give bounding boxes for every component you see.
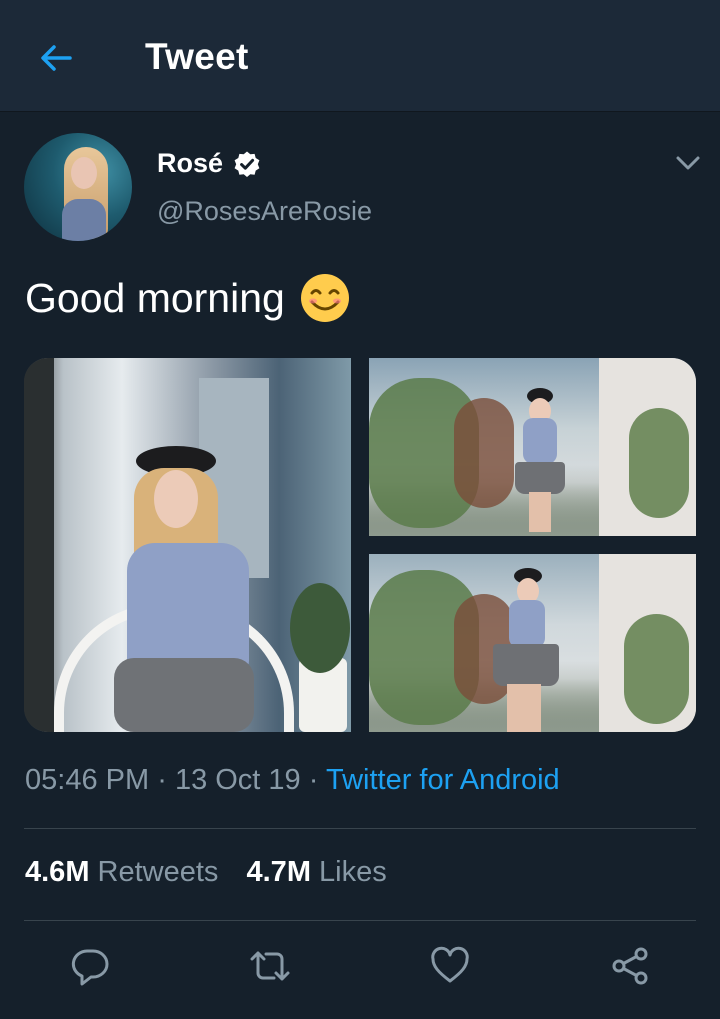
tweet-stats: 4.6M Retweets 4.7M Likes — [25, 856, 387, 889]
retweets-count: 4.6M — [25, 856, 90, 888]
retweets-label: Retweets — [97, 856, 219, 888]
share-icon — [612, 947, 648, 985]
divider — [24, 828, 696, 829]
retweets-stat[interactable]: 4.6M Retweets — [25, 856, 218, 888]
chevron-down-icon — [676, 156, 700, 170]
tweet-photo[interactable] — [369, 554, 696, 732]
tweet-text-content: Good morning — [25, 274, 285, 321]
page-title: Tweet — [145, 36, 249, 77]
avatar[interactable] — [24, 133, 132, 241]
tweet-photo[interactable] — [369, 358, 696, 536]
app-bar: Tweet — [0, 0, 720, 112]
likes-label: Likes — [319, 856, 387, 888]
media-grid — [24, 358, 696, 732]
tweet-text: Good morning — [25, 272, 351, 324]
author-name: Rosé — [157, 148, 224, 178]
like-button[interactable] — [428, 944, 472, 988]
like-icon — [431, 946, 469, 983]
tweet-source-link[interactable]: Twitter for Android — [326, 764, 560, 796]
back-button[interactable] — [30, 32, 82, 84]
share-button[interactable] — [608, 944, 652, 988]
tweet-date: 13 Oct 19 — [174, 764, 301, 796]
tweet-options-button[interactable] — [670, 148, 706, 178]
author-name-row[interactable]: Rosé — [157, 148, 261, 179]
author-handle[interactable]: @RosesAreRosie — [157, 196, 372, 227]
retweet-button[interactable] — [248, 944, 292, 988]
arrow-left-icon — [41, 45, 72, 71]
reply-icon — [71, 949, 109, 986]
meta-separator: · — [308, 764, 319, 796]
divider — [24, 920, 696, 921]
tweet-photo[interactable] — [24, 358, 351, 732]
tweet-actions — [0, 930, 720, 1002]
likes-count: 4.7M — [246, 856, 311, 888]
verified-badge-icon — [234, 151, 260, 177]
retweet-icon — [250, 951, 290, 981]
tweet-time: 05:46 PM — [25, 764, 150, 796]
smiling-face-icon — [300, 274, 349, 322]
likes-stat[interactable]: 4.7M Likes — [247, 856, 387, 888]
tweet-meta: 05:46 PM · 13 Oct 19 · Twitter for Andro… — [25, 764, 560, 797]
meta-separator: · — [157, 764, 167, 796]
reply-button[interactable] — [68, 944, 112, 988]
